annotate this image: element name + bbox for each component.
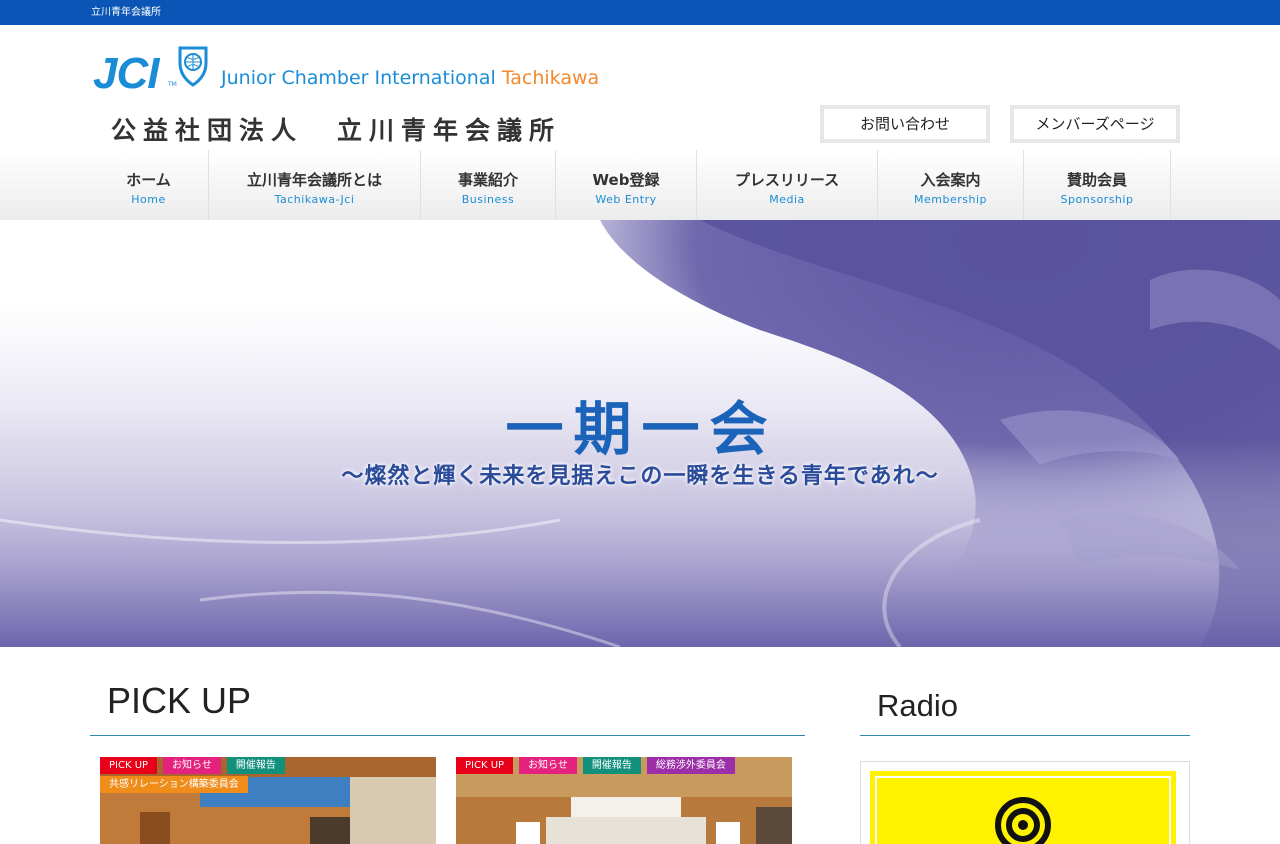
- tag-committee[interactable]: 共感リレーション構築委員会: [100, 776, 248, 793]
- top-bar-text: 立川青年会議所: [91, 7, 161, 18]
- radio-heading-text: Radio: [877, 688, 958, 723]
- nav-item-web-entry[interactable]: Web登録 Web Entry: [556, 150, 697, 220]
- jci-emblem-icon: [178, 46, 208, 87]
- main-content: PICK UP Radio PICK UP お知らせ 開催報告 共感リレーション…: [0, 647, 1280, 844]
- tag-pickup[interactable]: PICK UP: [456, 757, 514, 774]
- pickup-card[interactable]: PICK UP お知らせ 開催報告 総務渉外委員会: [456, 757, 792, 844]
- logo-english-name: Junior Chamber International Tachikawa: [221, 67, 600, 89]
- site-header: JCI TM Junior Chamber International Tach…: [0, 25, 1280, 150]
- radio-banner[interactable]: [870, 771, 1176, 844]
- top-bar: 立川青年会議所: [0, 0, 1280, 25]
- hero-subtitle: ～燦然と輝く未来を見据えこの一瞬を生きる青年であれ～: [341, 463, 939, 489]
- tag-news[interactable]: お知らせ: [519, 757, 577, 774]
- main-navigation: ホーム Home 立川青年会議所とは Tachikawa-Jci 事業紹介 Bu…: [0, 150, 1280, 220]
- hero-title: 一期一会: [505, 395, 778, 463]
- nav-item-business[interactable]: 事業紹介 Business: [421, 150, 556, 220]
- hero-banner: 一期一会 ～燦然と輝く未来を見据えこの一瞬を生きる青年であれ～: [0, 220, 1280, 647]
- logo-tm: TM: [168, 81, 177, 88]
- pickup-heading-text: PICK UP: [107, 680, 252, 721]
- tag-event-report[interactable]: 開催報告: [226, 757, 285, 774]
- members-page-button[interactable]: メンバーズページ: [1010, 105, 1180, 143]
- pickup-card[interactable]: PICK UP お知らせ 開催報告 共感リレーション構築委員会: [100, 757, 436, 844]
- logo-japanese-name: 公益社団法人 立川青年会議所: [111, 116, 562, 145]
- logo-city: Tachikawa: [501, 67, 600, 89]
- tag-news[interactable]: お知らせ: [163, 757, 221, 774]
- tag-committee[interactable]: 総務渉外委員会: [646, 757, 735, 774]
- nav-item-media[interactable]: プレスリリース Media: [697, 150, 878, 220]
- radio-section-heading: Radio: [860, 678, 1190, 736]
- pickup-card-tags: PICK UP お知らせ 開催報告 共感リレーション構築委員会: [100, 757, 436, 793]
- radio-widget[interactable]: [860, 761, 1190, 844]
- nav-item-sponsorship[interactable]: 賛助会員 Sponsorship: [1024, 150, 1171, 220]
- nav-item-home[interactable]: ホーム Home: [89, 150, 209, 220]
- tag-event-report[interactable]: 開催報告: [582, 757, 641, 774]
- nav-item-about[interactable]: 立川青年会議所とは Tachikawa-Jci: [209, 150, 421, 220]
- tag-pickup[interactable]: PICK UP: [100, 757, 158, 774]
- pickup-card-tags: PICK UP お知らせ 開催報告 総務渉外委員会: [456, 757, 792, 774]
- pickup-section-heading: PICK UP: [90, 678, 805, 736]
- nav-item-membership[interactable]: 入会案内 Membership: [878, 150, 1024, 220]
- logo-jci: JCI: [93, 49, 159, 98]
- site-logo[interactable]: JCI TM Junior Chamber International Tach…: [93, 45, 633, 150]
- contact-button[interactable]: お問い合わせ: [820, 105, 990, 143]
- podcast-icon: [995, 797, 1051, 844]
